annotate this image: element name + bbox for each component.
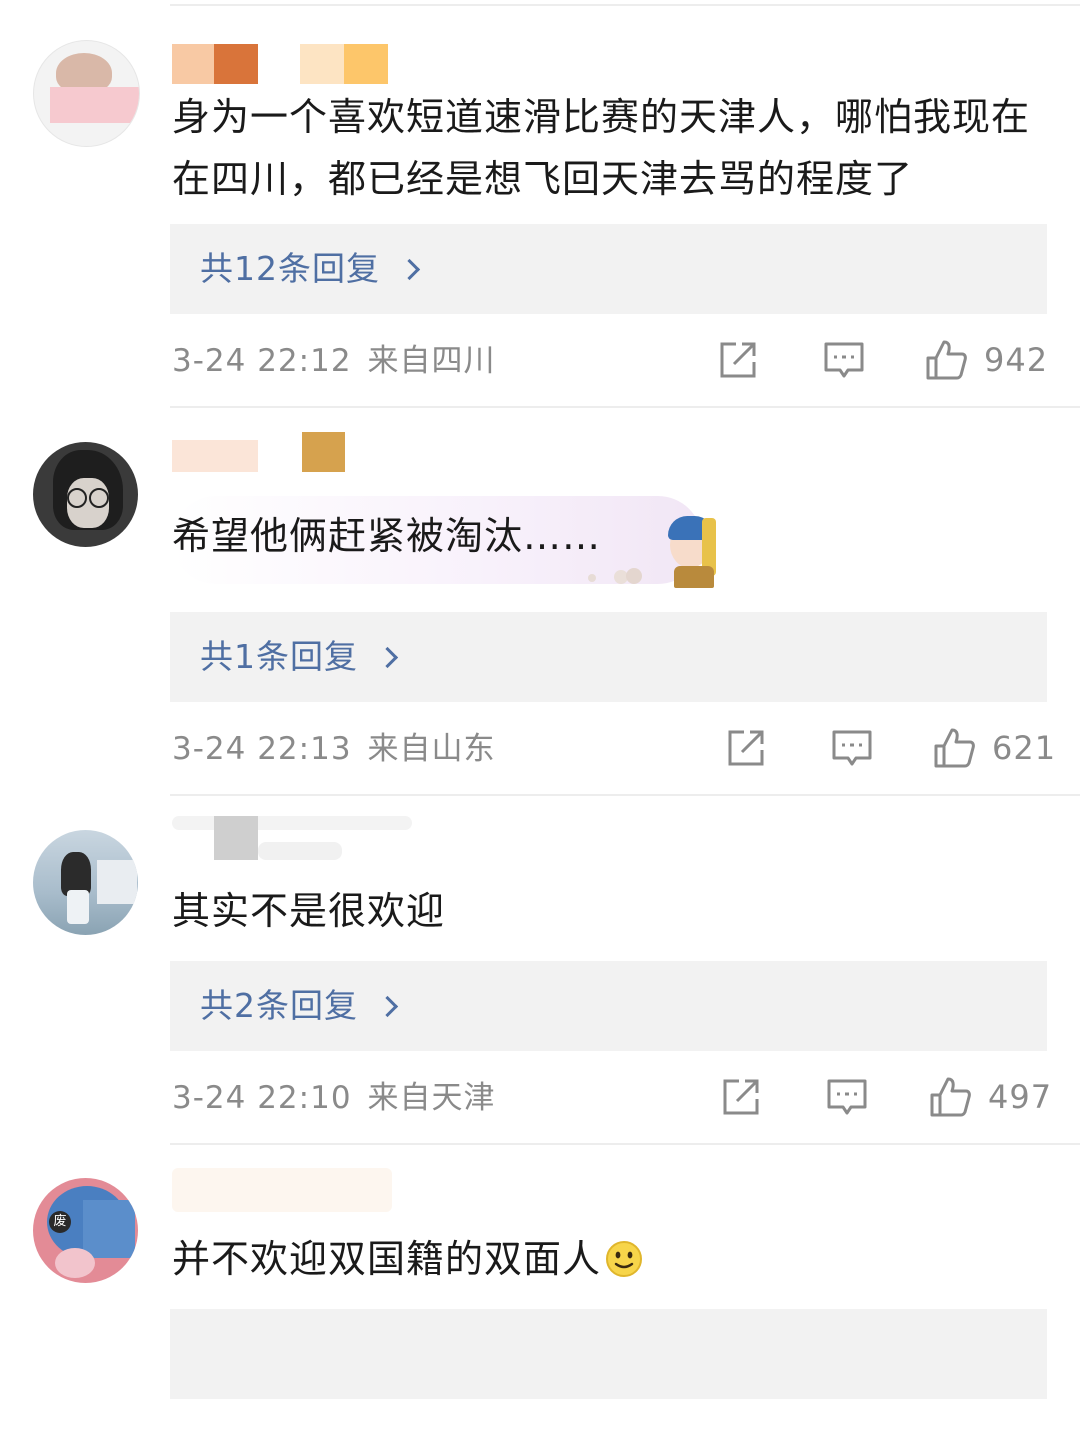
share-button[interactable]	[719, 1075, 763, 1123]
comment-button[interactable]	[822, 338, 866, 386]
divider	[170, 794, 1080, 796]
like-count: 497	[988, 1078, 1053, 1116]
comment-meta: 3-24 22:12 来自四川	[172, 336, 496, 386]
comment-text: 身为一个喜欢短道速滑比赛的天津人，哪怕我现在在四川，都已经是想飞回天津去骂的程度…	[172, 95, 1031, 201]
like-button[interactable]: 942	[924, 338, 1048, 382]
view-replies-link[interactable]: 共1条回复	[200, 612, 399, 702]
username-blurred	[214, 816, 258, 860]
avatar[interactable]	[33, 40, 140, 147]
comment-icon	[824, 342, 864, 378]
comment-text: 并不欢迎双国籍的双面人	[172, 1237, 602, 1281]
divider	[170, 406, 1080, 408]
replies-count: 共12条回复	[200, 249, 380, 288]
share-button[interactable]	[724, 726, 768, 774]
timestamp: 3-24 22:10	[172, 1080, 352, 1116]
replies-count: 共2条回复	[200, 986, 358, 1025]
share-icon	[723, 1079, 759, 1115]
thumbs-up-icon	[930, 1077, 971, 1117]
pearl-earring-girl-sticker	[664, 514, 724, 590]
view-replies-link[interactable]: 共12条回复	[200, 224, 421, 314]
reply-box: 共12条回复	[170, 224, 1047, 314]
username-blurred	[172, 44, 214, 84]
thumbs-up-icon	[926, 340, 967, 380]
share-icon	[720, 342, 756, 378]
username-blurred	[302, 432, 345, 472]
chevron-right-icon	[376, 995, 399, 1017]
thumbs-up-icon	[934, 728, 975, 768]
username[interactable]	[172, 432, 402, 472]
username[interactable]	[172, 816, 412, 860]
comment-button[interactable]	[830, 726, 874, 774]
username-blurred	[172, 440, 258, 472]
comment-text: 希望他俩赶紧被淘汰……	[172, 514, 602, 558]
like-count: 942	[984, 341, 1049, 379]
comment-icon	[832, 730, 872, 766]
like-button[interactable]: 621	[932, 726, 1056, 770]
comment-meta: 3-24 22:13 来自山东	[172, 724, 496, 774]
username-blurred	[172, 816, 412, 830]
reply-box	[170, 1309, 1047, 1399]
timestamp: 3-24 22:12	[172, 343, 352, 379]
view-replies-link[interactable]: 共2条回复	[200, 961, 399, 1051]
username-blurred	[258, 842, 342, 860]
location: 来自天津	[367, 1080, 496, 1116]
decorative-dot	[626, 568, 642, 584]
chevron-right-icon	[398, 258, 421, 280]
location: 来自山东	[367, 731, 496, 767]
username[interactable]	[172, 44, 402, 84]
timestamp: 3-24 22:13	[172, 731, 352, 767]
comment-text: 其实不是很欢迎	[172, 889, 446, 933]
share-icon	[728, 730, 764, 766]
like-button[interactable]: 497	[928, 1075, 1052, 1119]
username-blurred	[172, 1168, 392, 1212]
comment-text-row: 并不欢迎双国籍的双面人	[172, 1228, 643, 1290]
comment-button[interactable]	[825, 1075, 869, 1123]
username-blurred	[214, 44, 258, 84]
divider	[170, 1143, 1080, 1145]
username-blurred	[344, 44, 388, 84]
avatar[interactable]	[33, 442, 138, 547]
divider	[170, 4, 1080, 6]
avatar-badge: 废	[49, 1211, 71, 1233]
avatar[interactable]	[33, 830, 138, 935]
username[interactable]	[172, 1168, 402, 1212]
comment-meta: 3-24 22:10 来自天津	[172, 1073, 496, 1123]
reply-box: 共1条回复	[170, 612, 1047, 702]
comment-icon	[827, 1079, 867, 1115]
username-blurred	[300, 44, 344, 84]
reply-box: 共2条回复	[170, 961, 1047, 1051]
smiley-emoji-icon	[605, 1240, 643, 1278]
location: 来自四川	[367, 343, 496, 379]
like-count: 621	[992, 729, 1057, 767]
decorative-dot	[588, 574, 596, 582]
avatar[interactable]: 废	[33, 1178, 138, 1283]
chevron-right-icon	[376, 646, 399, 668]
share-button[interactable]	[716, 338, 760, 386]
replies-count: 共1条回复	[200, 637, 358, 676]
